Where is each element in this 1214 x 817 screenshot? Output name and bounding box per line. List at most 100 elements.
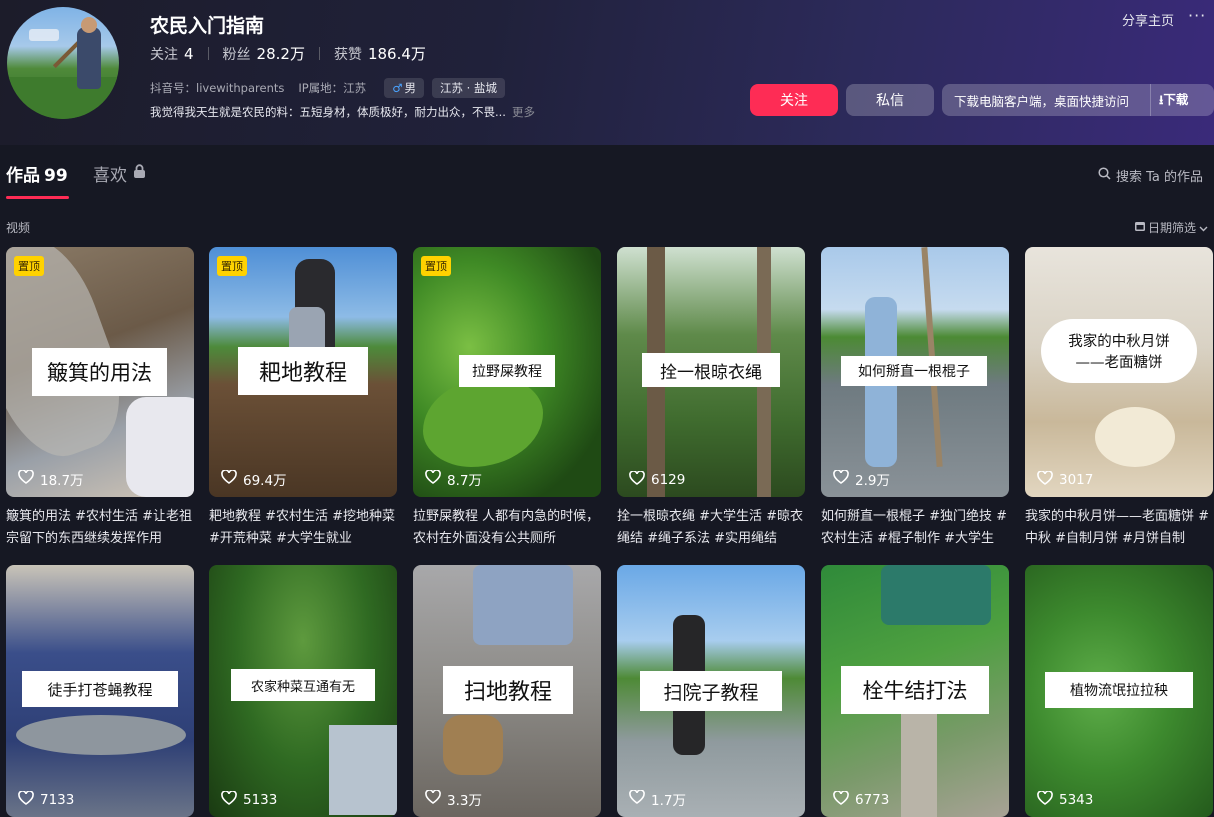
video-thumbnail[interactable]: 拴一根晾衣绳 6129 [617,247,805,497]
heart-icon [221,790,237,809]
douyin-id: 抖音号：livewithparents [150,81,285,95]
like-count-value: 6129 [651,472,686,488]
follow-button[interactable]: 关注 [750,84,838,116]
video-description[interactable]: 簸箕的用法 #农村生活 #让老祖宗留下的东西继续发挥作用 [6,506,194,550]
video-card[interactable]: 扫地教程 3.3万 [413,565,601,817]
like-count: 18.7万 [18,469,84,489]
video-title-overlay: 农家种菜互通有无 [231,669,375,701]
video-card[interactable]: 栓牛结打法 6773 [821,565,1009,817]
heart-icon [629,470,645,489]
profile-meta: 抖音号：livewithparents IP属地：江苏 ♂ 男 江苏 · 盐城 [150,78,513,98]
video-thumbnail[interactable]: 置顶 簸箕的用法 18.7万 [6,247,194,497]
video-thumbnail[interactable]: 扫院子教程 1.7万 [617,565,805,817]
video-card[interactable]: 植物流氓拉拉秧 5343 [1025,565,1213,817]
profile-header: 农民入门指南 关注 4 粉丝 28.2万 获赞 186.4万 抖音号：livew… [0,0,1214,145]
following-count[interactable]: 4 [184,45,194,63]
video-thumbnail[interactable]: 置顶 耙地教程 69.4万 [209,247,397,497]
gender-label: 男 [404,81,417,95]
following-label[interactable]: 关注 [150,44,178,64]
followers-count[interactable]: 28.2万 [257,43,305,64]
video-title-overlay: 簸箕的用法 [32,348,167,396]
followers-label[interactable]: 粉丝 [223,44,251,64]
search-icon [1098,167,1111,184]
video-description[interactable]: 我家的中秋月饼——老面糖饼 #中秋 #自制月饼 #月饼自制 [1025,506,1213,550]
video-title-overlay: 植物流氓拉拉秧 [1045,672,1193,708]
pinned-badge: 置顶 [14,256,44,276]
video-thumbnail[interactable]: 农家种菜互通有无 5133 [209,565,397,817]
likes-label: 获赞 [333,46,362,63]
video-description[interactable]: 拉野屎教程 人都有内急的时候，农村在外面没有公共厕所 [413,506,601,550]
heart-icon [833,790,849,809]
download-button[interactable]: ⭳下载 [1151,89,1188,112]
search-works[interactable]: 搜索 Ta 的作品 [1098,166,1203,185]
like-count: 69.4万 [221,469,287,489]
video-thumbnail[interactable]: 如何掰直一根棍子 2.9万 [821,247,1009,497]
date-filter[interactable]: 日期筛选 [1134,219,1208,236]
overlay-line-1: 我家的中秋月饼 [1068,334,1170,350]
profile-stats: 关注 4 粉丝 28.2万 获赞 186.4万 [150,43,426,64]
video-thumbnail[interactable]: 扫地教程 3.3万 [413,565,601,817]
more-options-icon[interactable]: ··· [1188,6,1206,25]
download-client-bar[interactable]: 下载电脑客户端，桌面快捷访问 ⭳下载 [942,84,1214,116]
video-card[interactable]: 如何掰直一根棍子 2.9万 如何掰直一根棍子 #独门绝技 #农村生活 #棍子制作… [821,247,1009,550]
like-count-value: 18.7万 [40,473,84,489]
heart-icon [425,789,441,808]
like-count: 5133 [221,790,277,809]
like-count: 8.7万 [425,469,482,489]
avatar[interactable] [7,7,119,119]
video-card[interactable]: 置顶 拉野屎教程 8.7万 拉野屎教程 人都有内急的时候，农村在外面没有公共厕所 [413,247,601,550]
video-card[interactable]: 我家的中秋月饼 ——老面糖饼 3017 我家的中秋月饼——老面糖饼 #中秋 #自… [1025,247,1213,550]
chevron-down-icon [1199,221,1208,235]
tab-works[interactable]: 作品 99 [6,161,68,186]
like-count-value: 69.4万 [243,473,287,489]
bio-text: 我觉得我天生就是农民的料：五短身材，体质极好，耐力出众，不畏... [150,105,506,119]
like-count: 6773 [833,790,889,809]
video-thumbnail[interactable]: 置顶 拉野屎教程 8.7万 [413,247,601,497]
calendar-icon [1134,220,1146,235]
video-description[interactable]: 拴一根晾衣绳 #大学生活 #晾衣绳结 #绳子系法 #实用绳结 [617,506,805,550]
video-thumbnail[interactable]: 我家的中秋月饼 ——老面糖饼 3017 [1025,247,1213,497]
like-count: 1.7万 [629,789,686,809]
video-thumbnail[interactable]: 徒手打苍蝇教程 7133 [6,565,194,817]
like-count-value: 5343 [1059,792,1094,808]
overlay-line-2: ——老面糖饼 [1075,355,1163,371]
likes-count: 186.4万 [367,45,426,63]
bio-more-link[interactable]: 更多 [512,105,535,119]
like-count-value: 7133 [40,792,75,808]
video-card[interactable]: 拴一根晾衣绳 6129 拴一根晾衣绳 #大学生活 #晾衣绳结 #绳子系法 #实用… [617,247,805,550]
tab-likes[interactable]: 喜欢 [93,161,146,186]
video-description[interactable]: 如何掰直一根棍子 #独门绝技 #农村生活 #棍子制作 #大学生 [821,506,1009,550]
video-card[interactable]: 置顶 耙地教程 69.4万 耙地教程 #农村生活 #挖地种菜 #开荒种菜 #大学… [209,247,397,550]
date-filter-label: 日期筛选 [1148,221,1197,235]
thumb-mooncake [1095,407,1175,467]
avatar-sky-detail [29,29,59,41]
video-card[interactable]: 扫院子教程 1.7万 [617,565,805,817]
video-card[interactable]: 徒手打苍蝇教程 7133 [6,565,194,817]
video-description[interactable]: 耙地教程 #农村生活 #挖地种菜 #开荒种菜 #大学生就业 [209,506,397,550]
video-title-overlay: 扫院子教程 [640,671,782,711]
video-thumbnail[interactable]: 栓牛结打法 6773 [821,565,1009,817]
thumb-vehicle [881,565,991,625]
lock-icon [133,163,146,184]
video-title-overlay: 徒手打苍蝇教程 [22,671,178,707]
video-title-overlay: 如何掰直一根棍子 [841,356,987,386]
profile-name: 农民入门指南 [150,15,265,37]
video-card[interactable]: 农家种菜互通有无 5133 [209,565,397,817]
region-tag: 江苏 · 盐城 [432,78,505,98]
male-icon: ♂ [392,81,403,95]
message-button[interactable]: 私信 [846,84,934,116]
video-card[interactable]: 置顶 簸箕的用法 18.7万 簸箕的用法 #农村生活 #让老祖宗留下的东西继续发… [6,247,194,550]
like-count-value: 1.7万 [651,793,686,809]
thumb-house [329,725,397,815]
download-tip[interactable]: 下载电脑客户端，桌面快捷访问 [942,91,1150,110]
share-profile-link[interactable]: 分享主页 [1122,10,1174,29]
gender-tag: ♂ 男 [384,78,424,98]
tab-works-label: 作品 [6,166,40,186]
heart-icon [18,469,34,488]
avatar-person [77,27,101,89]
avatar-head [81,17,97,33]
video-thumbnail[interactable]: 植物流氓拉拉秧 5343 [1025,565,1213,817]
search-label: 搜索 Ta 的作品 [1116,170,1204,185]
like-count: 6129 [629,470,686,489]
heart-icon [629,789,645,808]
